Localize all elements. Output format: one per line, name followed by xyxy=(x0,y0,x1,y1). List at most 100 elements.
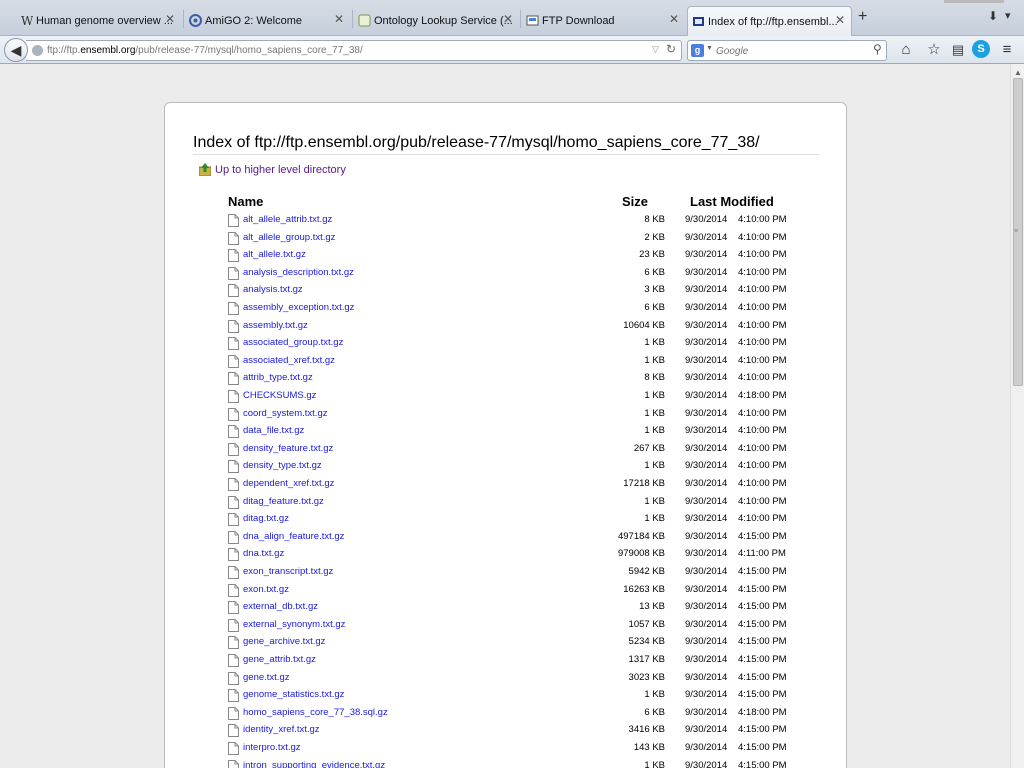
file-link[interactable]: alt_allele_group.txt.gz xyxy=(243,232,335,243)
skype-icon[interactable]: S xyxy=(972,40,990,58)
navigation-toolbar: ftp://ftp.ensembl.org/pub/release-77/mys… xyxy=(0,36,1024,64)
reload-icon[interactable]: ↻ xyxy=(666,42,676,56)
file-link[interactable]: genome_statistics.txt.gz xyxy=(243,689,344,700)
tab-list-chevron-icon[interactable]: ▾ xyxy=(1005,9,1011,22)
file-link[interactable]: alt_allele.txt.gz xyxy=(243,249,306,260)
file-link[interactable]: associated_xref.txt.gz xyxy=(243,355,335,366)
column-header-size: Size xyxy=(622,194,649,209)
tab-label: AmiGO 2: Welcome xyxy=(205,15,302,27)
address-bar[interactable]: ftp://ftp.ensembl.org/pub/release-77/mys… xyxy=(26,40,682,61)
file-size: 5234 KB xyxy=(628,636,665,648)
file-link[interactable]: exon_transcript.txt.gz xyxy=(243,566,333,577)
file-date: 9/30/2014 xyxy=(685,284,728,296)
back-button[interactable]: ◀ xyxy=(4,38,28,62)
file-time: 4:15:00 PM xyxy=(738,742,787,753)
menu-icon[interactable]: ≡ xyxy=(997,40,1017,60)
table-row: ditag_feature.txt.gz 1 KB 9/30/2014 4:10:00… xyxy=(165,493,848,511)
scroll-up-arrow-icon[interactable]: ▲ xyxy=(1014,68,1022,77)
file-link[interactable]: gene.txt.gz xyxy=(243,672,289,683)
file-link[interactable]: dna_align_feature.txt.gz xyxy=(243,531,344,542)
file-time: 4:18:00 PM xyxy=(738,390,787,401)
file-link[interactable]: data_file.txt.gz xyxy=(243,425,304,436)
tab-ftp-download[interactable]: FTP Download ✕ xyxy=(522,6,685,36)
file-date: 9/30/2014 xyxy=(685,583,728,595)
file-link[interactable]: analysis.txt.gz xyxy=(243,284,303,295)
home-icon[interactable]: ⌂ xyxy=(896,40,916,60)
file-link[interactable]: gene_attrib.txt.gz xyxy=(243,654,316,665)
vertical-scrollbar[interactable]: ▲ ≡ xyxy=(1010,64,1024,768)
file-link[interactable]: gene_archive.txt.gz xyxy=(243,636,325,647)
file-link[interactable]: assembly_exception.txt.gz xyxy=(243,302,354,313)
amigo-icon xyxy=(189,14,202,27)
table-row: density_feature.txt.gz 267 KB 9/30/2014 4:1… xyxy=(165,440,848,458)
close-tab-icon[interactable]: ✕ xyxy=(669,12,679,26)
file-link[interactable]: identity_xref.txt.gz xyxy=(243,724,320,735)
new-tab-button[interactable]: + xyxy=(858,8,867,26)
file-link[interactable]: intron_supporting_evidence.txt.gz xyxy=(243,760,385,768)
file-link[interactable]: dependent_xref.txt.gz xyxy=(243,478,334,489)
file-icon xyxy=(228,460,239,474)
up-directory-link[interactable]: Up to higher level directory xyxy=(198,163,346,177)
file-link[interactable]: dna.txt.gz xyxy=(243,548,284,559)
file-link[interactable]: assembly.txt.gz xyxy=(243,320,308,331)
file-time: 4:15:00 PM xyxy=(738,618,787,630)
file-date: 9/30/2014 xyxy=(685,460,728,472)
file-link[interactable]: coord_system.txt.gz xyxy=(243,408,327,419)
close-tab-icon[interactable]: ✕ xyxy=(334,12,344,26)
folder-icon xyxy=(692,15,705,28)
file-time: 4:10:00 PM xyxy=(738,425,787,437)
url-history-dropdown-icon[interactable]: ▽ xyxy=(652,44,659,55)
file-link[interactable]: density_feature.txt.gz xyxy=(243,443,333,454)
file-date: 9/30/2014 xyxy=(685,495,728,507)
file-time: 4:10:00 PM xyxy=(738,231,787,243)
bookmark-star-icon[interactable]: ☆ xyxy=(924,40,944,60)
search-bar[interactable]: g ▼ ⚲ xyxy=(687,40,887,61)
file-size: 143 KB xyxy=(633,742,665,753)
file-link[interactable]: ditag.txt.gz xyxy=(243,513,289,524)
google-icon[interactable]: g xyxy=(691,44,704,57)
file-link[interactable]: ditag_feature.txt.gz xyxy=(243,496,324,507)
table-row: external_synonym.txt.gz 1057 KB 9/30/2014 4… xyxy=(165,616,848,634)
bookmarks-list-icon[interactable]: ▤ xyxy=(948,40,968,60)
tab-ontology-lookup[interactable]: Ontology Lookup Service (... ✕ xyxy=(354,6,519,36)
tab-amigo[interactable]: AmiGO 2: Welcome ✕ xyxy=(185,6,350,36)
file-link[interactable]: analysis_description.txt.gz xyxy=(243,267,354,278)
file-time: 4:10:00 PM xyxy=(738,513,787,525)
table-row: intron_supporting_evidence.txt.gz 1 KB 9/3… xyxy=(165,757,848,768)
back-arrow-icon: ◀ xyxy=(10,41,22,58)
file-icon xyxy=(228,706,239,720)
file-link[interactable]: interpro.txt.gz xyxy=(243,742,301,753)
file-size: 1 KB xyxy=(644,513,665,525)
search-icon[interactable]: ⚲ xyxy=(873,42,882,56)
search-engine-dropdown-icon[interactable]: ▼ xyxy=(706,45,713,52)
close-tab-icon[interactable]: ✕ xyxy=(503,12,513,26)
tab-separator xyxy=(520,10,521,28)
download-arrow-icon[interactable]: ⬇ xyxy=(988,9,998,23)
tab-index-ftp[interactable]: Index of ftp://ftp.ensembl... ✕ xyxy=(687,6,852,36)
file-size: 1317 KB xyxy=(628,654,665,665)
file-link[interactable]: homo_sapiens_core_77_38.sql.gz xyxy=(243,707,388,718)
page-title: Index of ftp://ftp.ensembl.org/pub/relea… xyxy=(193,134,819,155)
file-link[interactable]: external_synonym.txt.gz xyxy=(243,619,345,630)
table-row: alt_allele_group.txt.gz 2 KB 9/30/2014 4:10… xyxy=(165,229,848,247)
file-time: 4:10:00 PM xyxy=(738,372,787,384)
search-input[interactable] xyxy=(716,43,866,59)
address-url[interactable]: ftp://ftp.ensembl.org/pub/release-77/mys… xyxy=(47,45,363,56)
file-link[interactable]: exon.txt.gz xyxy=(243,584,289,595)
file-link[interactable]: associated_group.txt.gz xyxy=(243,337,343,348)
file-size: 1 KB xyxy=(644,425,665,437)
file-link[interactable]: external_db.txt.gz xyxy=(243,601,318,612)
file-date: 9/30/2014 xyxy=(685,513,728,525)
close-tab-icon[interactable]: ✕ xyxy=(835,13,845,27)
tab-human-genome[interactable]: W Human genome overview ... ✕ xyxy=(16,6,181,36)
file-link[interactable]: density_type.txt.gz xyxy=(243,460,322,471)
tab-label: Index of ftp://ftp.ensembl... xyxy=(708,15,838,28)
file-time: 4:10:00 PM xyxy=(738,495,787,507)
file-link[interactable]: CHECKSUMS.gz xyxy=(243,390,316,401)
file-link[interactable]: attrib_type.txt.gz xyxy=(243,372,313,383)
file-icon xyxy=(228,530,239,544)
file-link[interactable]: alt_allele_attrib.txt.gz xyxy=(243,214,332,225)
directory-listing-panel: Index of ftp://ftp.ensembl.org/pub/relea… xyxy=(164,102,847,768)
close-tab-icon[interactable]: ✕ xyxy=(165,12,175,26)
table-row: assembly_exception.txt.gz 6 KB 9/30/2014 4:… xyxy=(165,299,848,317)
